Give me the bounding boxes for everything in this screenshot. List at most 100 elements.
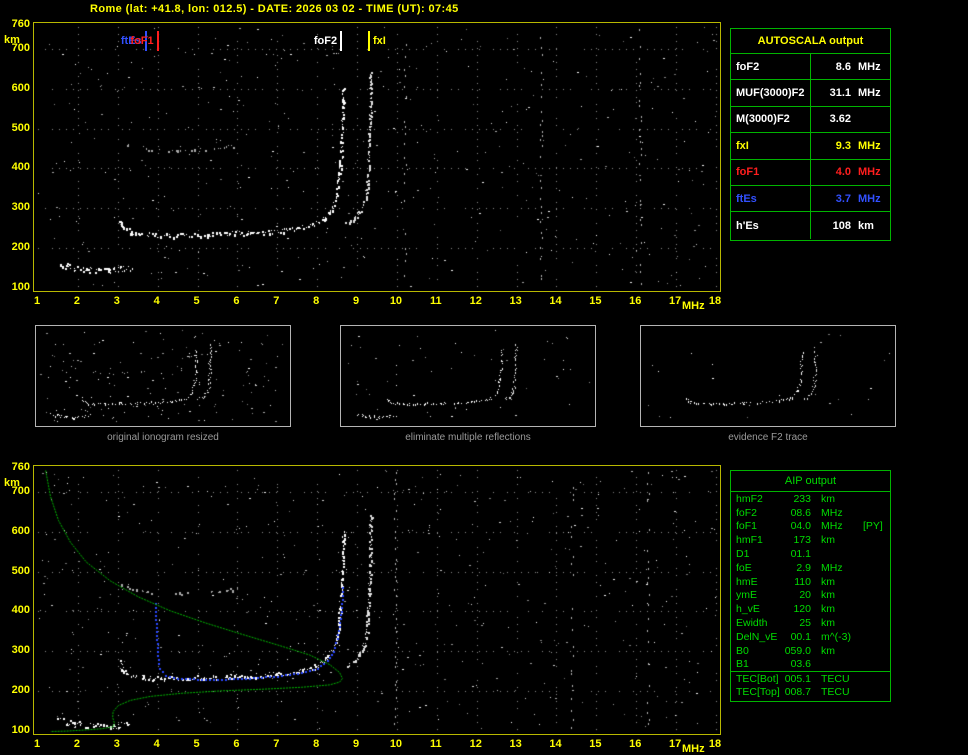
x-tick-label: 12 <box>469 295 482 307</box>
y-tick-label: 600 <box>11 524 30 537</box>
bottom-ionogram-plot <box>33 465 721 735</box>
autoscala-row: foF2 8.6 MHz <box>731 54 890 81</box>
autoscala-param-label: M(3000)F2 <box>731 106 811 133</box>
x-axis-unit-label: MHz <box>682 300 705 312</box>
aip-row: TEC[Top] 008.7 TECU <box>731 685 890 699</box>
aip-param-value: 00.1 <box>790 630 811 643</box>
x-tick-label: 9 <box>352 295 360 307</box>
aip-param-unit: km <box>821 603 835 616</box>
aip-row: hmF1 173 km <box>731 533 890 547</box>
aip-row: B1 03.6 <box>731 658 890 672</box>
y-tick-label: 760 <box>11 18 30 30</box>
aip-output-table: AIP output hmF2 233 km foF2 08.6 MHz foF1 04.0 M… <box>730 470 891 702</box>
aip-param-value: 08.6 <box>790 506 811 519</box>
y-tick-label: 760 <box>11 461 30 473</box>
aip-param-unit: MHz <box>821 520 843 533</box>
x-tick-label: 10 <box>389 295 403 307</box>
aip-param-value: 110 <box>794 575 811 588</box>
aip-param-value: 03.6 <box>790 658 811 671</box>
aip-param-unit: MHz <box>821 506 843 519</box>
y-tick-label: 600 <box>11 81 30 94</box>
x-tick-label: 2 <box>73 738 80 750</box>
autoscala-row: fxI 9.3 MHz <box>731 133 890 160</box>
aip-param-label: TEC[Bot] <box>736 672 779 685</box>
aip-param-value: 25 <box>799 617 811 630</box>
aip-param-value: 233 <box>793 492 811 505</box>
aip-row: h_vE 120 km <box>731 602 890 616</box>
aip-row: foF2 08.6 MHz <box>731 506 890 520</box>
x-tick-label: 15 <box>589 295 602 307</box>
thumbnail-caption-no-multiples: eliminate multiple reflections <box>405 432 531 443</box>
autoscala-row: foF1 4.0 MHz <box>731 159 890 186</box>
autoscala-row: MUF(3000)F2 31.1 MHz <box>731 80 890 107</box>
aip-row: foF1 04.0 MHz [PY] <box>731 520 890 534</box>
y-tick-label: 400 <box>11 604 30 617</box>
aip-param-label: hmE <box>736 575 758 588</box>
x-tick-label: 16 <box>629 295 642 307</box>
thumbnail-no-multiples-canvas <box>341 326 595 426</box>
aip-param-label: foE <box>736 561 752 574</box>
aip-param-value: 173 <box>793 534 811 547</box>
thumbnail-caption-f2-trace: evidence F2 trace <box>728 432 808 443</box>
autoscala-param-value: 3.7 <box>835 192 851 205</box>
aip-row: D1 01.1 <box>731 547 890 561</box>
x-tick-label: 2 <box>73 295 80 307</box>
aip-param-unit: m^(-3) <box>821 630 852 643</box>
aip-row: hmF2 233 km <box>731 492 890 506</box>
x-tick-label: 7 <box>273 738 280 750</box>
marker-bar-foF2 <box>340 31 342 51</box>
x-tick-label: 4 <box>153 295 160 307</box>
x-tick-label: 3 <box>113 738 120 750</box>
x-tick-label: 13 <box>509 738 522 750</box>
autoscala-row: M(3000)F2 3.62 <box>731 106 890 134</box>
autoscala-param-label: fxI <box>731 133 811 159</box>
x-tick-label: 6 <box>233 738 240 750</box>
x-tick-label: 16 <box>629 738 642 750</box>
autoscala-param-label: foF2 <box>731 54 811 80</box>
marker-label-foF2: foF2 <box>313 35 338 47</box>
autoscala-param-value: 4.0 <box>835 166 851 179</box>
aip-param-value: 01.1 <box>790 548 811 561</box>
aip-param-extra: [PY] <box>863 520 883 533</box>
marker-label-foF1: foF1 <box>130 35 154 47</box>
aip-param-label: B0 <box>736 644 749 657</box>
aip-param-label: hmF1 <box>736 534 763 547</box>
x-tick-label: 1 <box>33 738 41 750</box>
autoscala-row: h'Es 108 km <box>731 212 890 239</box>
y-axis-unit-label: km <box>4 477 20 489</box>
aip-param-value: 04.0 <box>790 520 811 533</box>
aip-param-unit: km <box>821 492 835 505</box>
x-tick-label: 5 <box>193 295 200 307</box>
x-tick-label: 1 <box>33 295 41 307</box>
aip-param-label: foF2 <box>736 506 758 519</box>
aip-row: ymE 20 km <box>731 589 890 603</box>
y-axis-unit-label: km <box>4 34 20 46</box>
autoscala-param-unit: km <box>858 219 874 232</box>
autoscala-param-label: ftEs <box>731 185 811 212</box>
y-tick-label: 200 <box>11 684 30 697</box>
autoscala-param-value: 3.62 <box>829 113 851 126</box>
autoscala-param-unit: MHz <box>858 87 881 100</box>
autoscala-param-unit: MHz <box>858 166 881 179</box>
x-tick-label: 3 <box>113 295 120 307</box>
x-tick-label: 14 <box>549 738 562 750</box>
aip-table-rows: hmF2 233 km foF2 08.6 MHz foF1 04.0 MHz [PY] hmF1 1… <box>731 492 890 699</box>
aip-param-label: h_vE <box>736 603 760 616</box>
aip-param-value: 20 <box>799 589 811 602</box>
aip-row: DelN_vE 00.1 m^(-3) <box>731 630 890 644</box>
thumbnail-caption-original: original ionogram resized <box>107 432 219 443</box>
autoscala-output-table: AUTOSCALA output foF2 8.6 MHz MUF(3000)F2 31… <box>730 28 891 241</box>
y-tick-label: 100 <box>11 281 30 293</box>
autoscala-param-unit: MHz <box>858 60 881 73</box>
x-tick-label: 9 <box>352 738 360 750</box>
aip-param-unit: km <box>821 534 835 547</box>
x-tick-label: 11 <box>429 738 442 750</box>
y-tick-label: 500 <box>11 121 30 134</box>
autoscala-screen: Rome (lat: +41.8, lon: 012.5) - DATE: 20… <box>0 0 968 755</box>
thumbnail-original-ionogram <box>35 325 291 427</box>
autoscala-param-label: foF1 <box>731 159 811 185</box>
aip-row: B0 059.0 km <box>731 644 890 658</box>
aip-param-unit: km <box>821 575 835 588</box>
autoscala-table-title: AUTOSCALA output <box>731 29 890 54</box>
x-tick-label: 8 <box>313 738 320 750</box>
